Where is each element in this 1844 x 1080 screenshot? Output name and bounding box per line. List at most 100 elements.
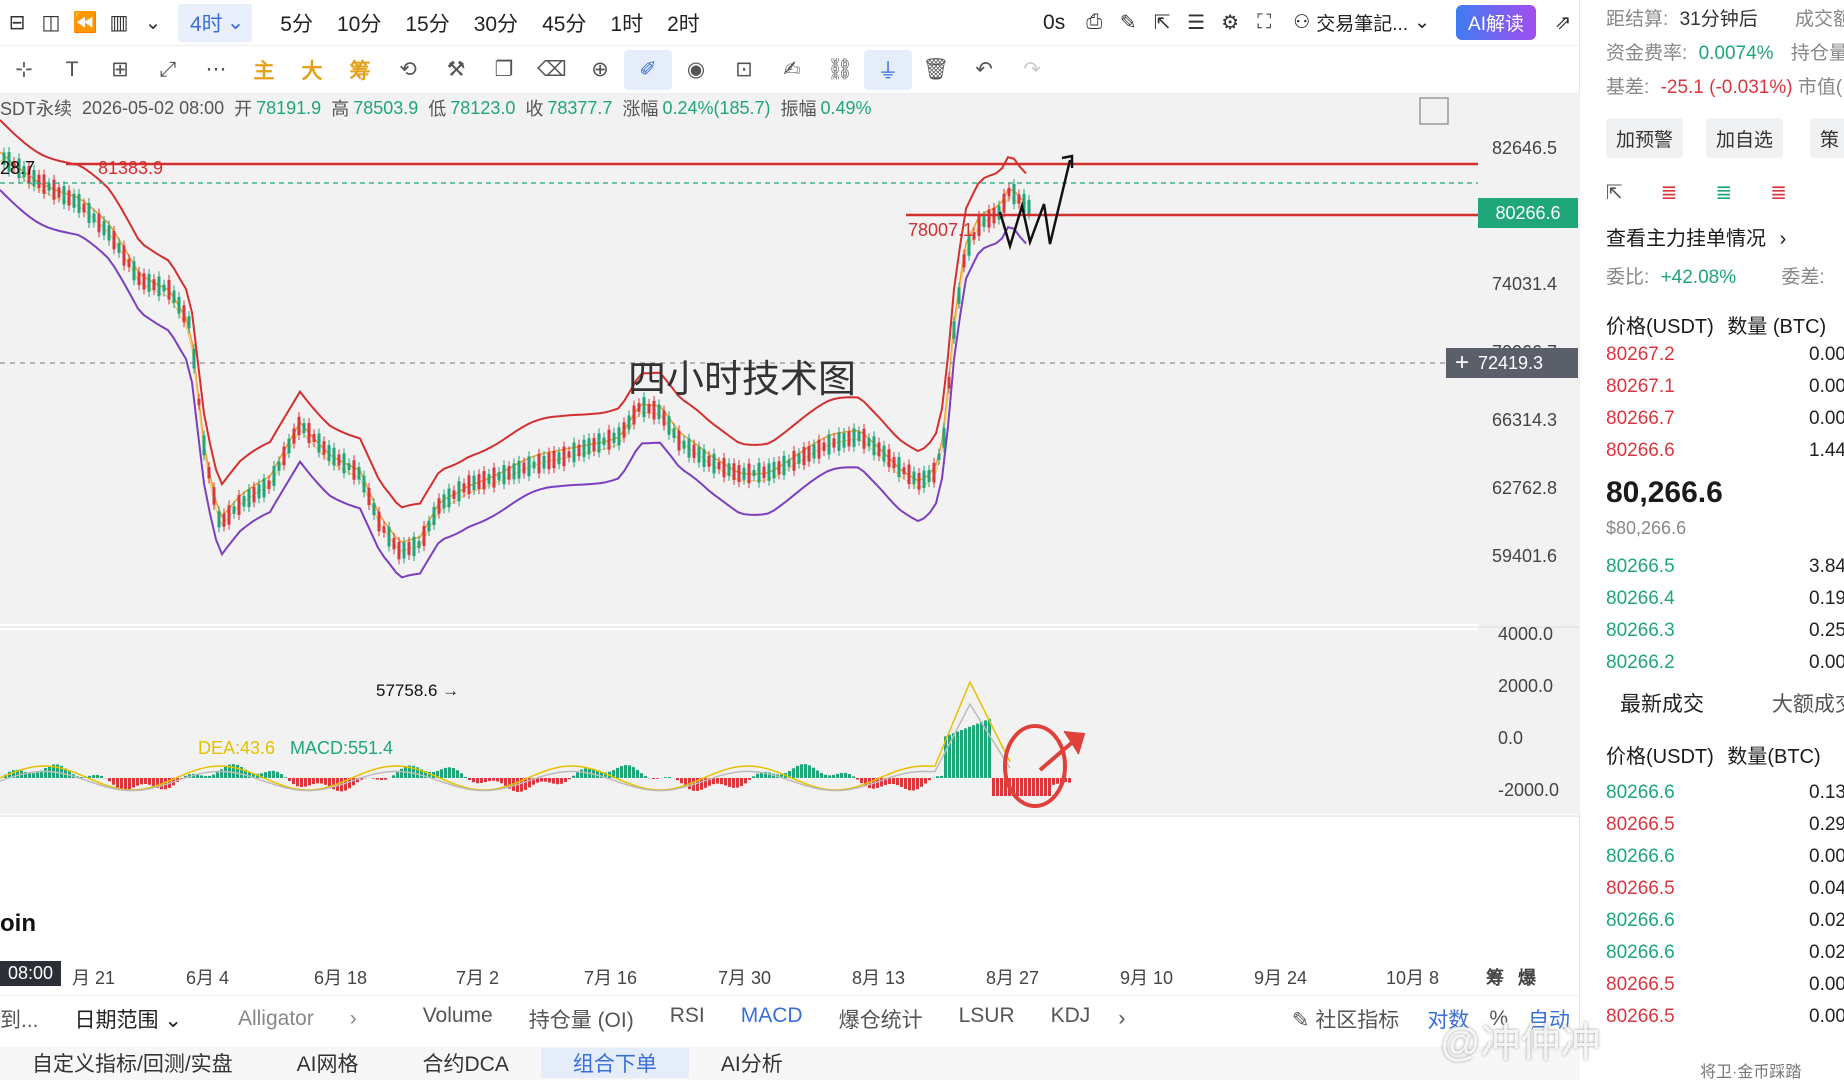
macd-histogram-bar (136, 778, 139, 786)
indicator-tab-2[interactable]: RSI (652, 1004, 723, 1034)
community-indicator-button[interactable]: ✎ 社区指标 (1274, 1004, 1417, 1034)
copy-icon[interactable]: ❐ (480, 50, 528, 90)
bid-row[interactable]: 80266.5 3.84 (1606, 556, 1844, 578)
ruler-icon[interactable]: ⊞ (96, 50, 144, 90)
eraser-icon[interactable]: ⌫ (528, 50, 576, 90)
bid-row[interactable]: 80266.4 0.19 (1606, 588, 1844, 610)
chip-button[interactable]: 筹 (336, 50, 384, 90)
axis-tool-label[interactable]: 爆 (1518, 964, 1536, 990)
main-orders-link[interactable]: 查看主力挂单情况 › (1606, 222, 1786, 251)
bottom-tab-3[interactable]: 组合下单 (540, 1048, 689, 1078)
trade-row[interactable]: 80266.6 0.02 (1606, 910, 1844, 932)
ask-row[interactable]: 80267.1 0.00 (1606, 376, 1844, 398)
indicator-tab-3[interactable]: MACD (723, 1004, 821, 1034)
zoom-in-icon[interactable]: ⊕ (576, 50, 624, 90)
ask-row[interactable]: 80266.7 0.00 (1606, 408, 1844, 430)
indicator-tab-1[interactable]: 持仓量 (OI) (511, 1004, 652, 1034)
redo-icon[interactable]: ↷ (1008, 50, 1056, 90)
trade-row[interactable]: 80266.5 0.00 (1606, 974, 1844, 996)
timeframe-6[interactable]: 1时 (598, 4, 655, 42)
fullscreen-icon[interactable]: ⛶ (1247, 6, 1281, 40)
trade-row[interactable]: 80266.6 0.02 (1606, 942, 1844, 964)
measure-icon[interactable]: ⚒ (432, 50, 480, 90)
row-qty: 0.19 (1809, 588, 1844, 609)
horizontal-line-icon[interactable]: ⊹ (0, 50, 48, 90)
candlestick-chart[interactable]: 28.7 81383.9 78007.1 57758.6 → DEA:43.6 MACD:… (0, 94, 1580, 960)
indicator-tab-4[interactable]: 爆仓统计 (821, 1004, 941, 1034)
bids-only-icon[interactable]: ≣ (1716, 180, 1733, 205)
add-favorite-button[interactable]: 加自选 (1706, 118, 1784, 158)
bottom-tab-0[interactable]: 自定义指标/回测/实盘 (0, 1048, 265, 1078)
large-order-button[interactable]: 大 (288, 50, 336, 90)
settings-icon[interactable]: ⚙ (1213, 6, 1247, 40)
camera-icon[interactable]: ⎙ (1077, 6, 1111, 40)
date-range-dropdown[interactable]: 日期范围 ⌄ (57, 1004, 200, 1034)
export-icon[interactable]: ⇱ (1145, 6, 1179, 40)
bottom-tab-1[interactable]: AI网格 (265, 1048, 391, 1078)
ask-row[interactable]: 80266.6 1.44 (1606, 440, 1844, 462)
trade-row[interactable]: 80266.5 0.00 (1606, 1006, 1844, 1028)
bid-row[interactable]: 80266.2 0.00 (1606, 652, 1844, 674)
timeframe-7[interactable]: 2时 (655, 4, 712, 42)
row-price: 80266.6 (1606, 846, 1675, 867)
chevron-down-icon[interactable]: ⌄ (136, 6, 170, 40)
strategy-button[interactable]: 策 (1810, 118, 1844, 158)
trade-row[interactable]: 80266.5 0.29 (1606, 814, 1844, 836)
layout-icon[interactable]: ◫ (34, 6, 68, 40)
brush-icon[interactable]: ✐ (624, 49, 672, 90)
indicator-tab-5[interactable]: LSUR (941, 1004, 1033, 1034)
macd-histogram-bar (400, 768, 403, 778)
macd-histogram-bar (392, 775, 395, 778)
chevron-down-icon[interactable]: ⌄ (226, 3, 253, 42)
add-alert-button[interactable]: 加预警 (1606, 118, 1684, 158)
trade-row[interactable]: 80266.6 0.00 (1606, 846, 1844, 868)
pen-icon[interactable]: ✎ (1111, 6, 1145, 40)
trade-row[interactable]: 80266.5 0.04 (1606, 878, 1844, 900)
alligator-indicator[interactable]: Alligator › (220, 1007, 375, 1031)
chevron-right-icon[interactable]: › (1108, 1007, 1135, 1031)
trade-row[interactable]: 80266.6 0.13 (1606, 782, 1844, 804)
goto-button[interactable]: 到... (0, 1004, 57, 1034)
candle-body (767, 463, 771, 481)
calendar-icon[interactable]: ⊟ (0, 6, 34, 40)
ai-interpret-button[interactable]: AI解读 (1456, 5, 1536, 40)
bottom-tab-4[interactable]: AI分析 (689, 1048, 815, 1078)
timeframe-3[interactable]: 15分 (393, 4, 461, 42)
latest-trades-tab[interactable]: 最新成交 (1620, 693, 1704, 716)
trash-icon[interactable]: 🗑 (912, 50, 960, 90)
magnet-icon[interactable]: ⟲ (384, 50, 432, 90)
rewind-icon[interactable]: ⏪ (68, 6, 102, 40)
macd-histogram-bar (540, 778, 543, 782)
edit-list-icon[interactable]: ✍ (768, 50, 816, 90)
timeframe-1[interactable]: 5分 (268, 4, 325, 42)
undo-icon[interactable]: ↶ (960, 50, 1008, 90)
asks-only-icon[interactable]: ≣ (1770, 180, 1787, 205)
candle-type-icon[interactable]: ▥ (102, 6, 136, 40)
share-icon[interactable]: ⇗ (1546, 6, 1580, 40)
trade-notes-button[interactable]: ⚇ 交易筆記... ⌄ (1281, 4, 1442, 42)
list-icon[interactable]: ☰ (1179, 6, 1213, 40)
timeframe-2[interactable]: 10分 (325, 4, 393, 42)
macd-histogram-bar (140, 778, 143, 785)
indicator-tab-0[interactable]: Volume (405, 1004, 511, 1034)
both-sides-icon[interactable]: ≣ (1661, 180, 1678, 205)
filter-icon[interactable]: ⏚ (864, 49, 912, 90)
ask-row[interactable]: 80267.2 0.00 (1606, 344, 1844, 366)
main-indicator-button[interactable]: 主 (240, 50, 288, 90)
lock-icon[interactable]: ⊡ (720, 50, 768, 90)
more-tools-icon[interactable]: ⋯ (192, 50, 240, 90)
timeframe-5[interactable]: 45分 (530, 4, 598, 42)
indicator-tab-6[interactable]: KDJ (1033, 1004, 1109, 1034)
eye-icon[interactable]: ◉ (672, 50, 720, 90)
link-icon[interactable]: ⛓ (816, 50, 864, 90)
trend-line-icon[interactable]: ⤢ (144, 50, 192, 90)
plus-icon[interactable]: + (1446, 349, 1478, 377)
export-icon[interactable]: ⇱ (1606, 180, 1623, 205)
bid-row[interactable]: 80266.3 0.25 (1606, 620, 1844, 642)
large-trades-tab[interactable]: 大额成交 (1772, 693, 1844, 716)
timeframe-4[interactable]: 30分 (462, 4, 530, 42)
bottom-tab-2[interactable]: 合约DCA (391, 1048, 541, 1078)
macd-histogram-bar (124, 778, 127, 790)
text-tool-icon[interactable]: T (48, 50, 96, 90)
axis-tool-label[interactable]: 筹 (1486, 964, 1504, 990)
